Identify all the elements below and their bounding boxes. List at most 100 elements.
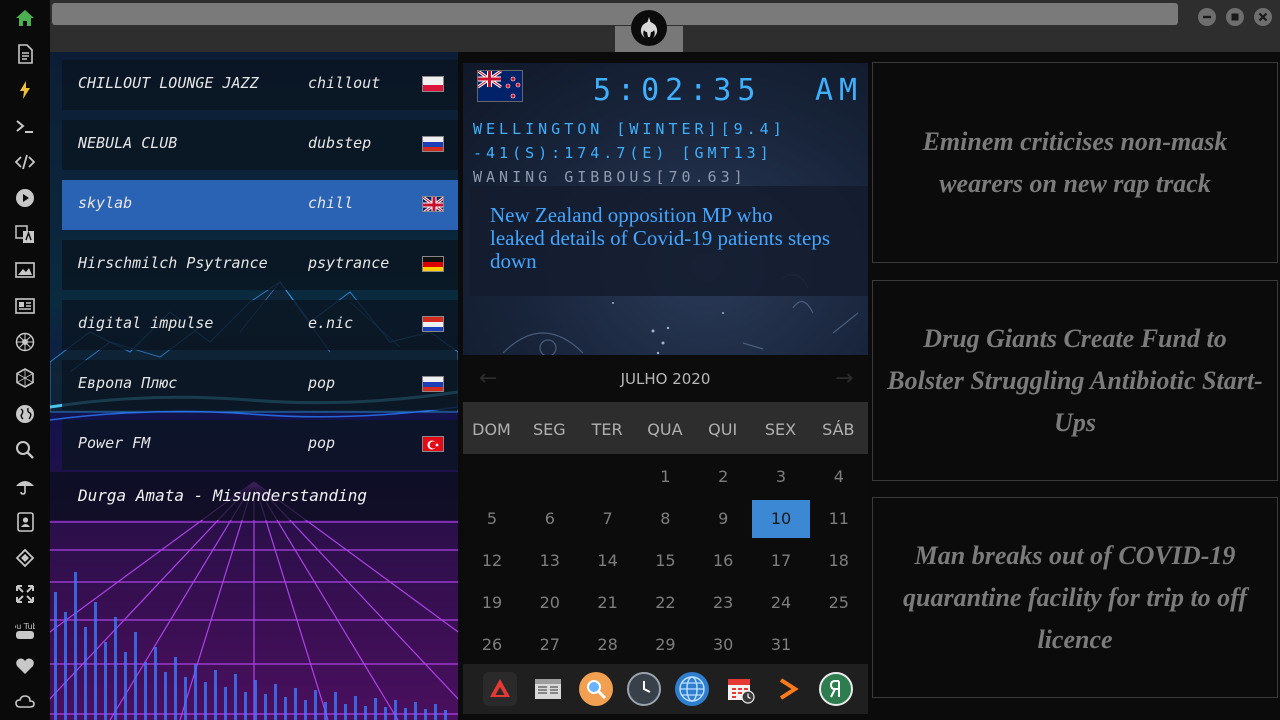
minimize-button[interactable]: [1198, 8, 1216, 26]
close-button[interactable]: [1254, 8, 1272, 26]
station-genre: dubstep: [308, 134, 372, 152]
browser-globe-icon[interactable]: [675, 672, 709, 706]
umbrella-icon[interactable]: [12, 473, 38, 499]
poland-flag-icon: [422, 76, 444, 92]
now-playing-bar: Durga Amata - Misunderstanding: [50, 472, 458, 520]
calendar-day[interactable]: 19: [463, 584, 521, 622]
calendar-day[interactable]: 26: [463, 626, 521, 664]
calendar-widget: ← JULHO 2020 → DOM SEG TER QUA QUI SEX SÁB 123…: [463, 356, 868, 664]
station-item[interactable]: NEBULA CLUB dubstep: [62, 120, 458, 170]
calendar-day[interactable]: 1: [636, 458, 694, 496]
calendar-day[interactable]: 3: [752, 458, 810, 496]
calendar-day[interactable]: 30: [694, 626, 752, 664]
calendar-day[interactable]: 25: [810, 584, 868, 622]
news-card[interactable]: Drug Giants Create Fund to Bolster Strug…: [872, 280, 1278, 481]
calendar-day[interactable]: 27: [521, 626, 579, 664]
weekday-label: SEG: [532, 420, 566, 439]
station-item[interactable]: Hirschmilch Psytrance psytrance: [62, 240, 458, 290]
station-item[interactable]: Европа Плюс pop: [62, 360, 458, 410]
next-month-button[interactable]: →: [835, 366, 853, 391]
calendar-day[interactable]: 28: [579, 626, 637, 664]
calendar-day[interactable]: 4: [810, 458, 868, 496]
calendar-day[interactable]: 31: [752, 626, 810, 664]
media-play-icon[interactable]: [771, 672, 805, 706]
weekday-label: QUA: [647, 420, 683, 439]
calendar-app-icon[interactable]: [723, 672, 757, 706]
globe-icon[interactable]: [12, 401, 38, 427]
home-icon[interactable]: [12, 5, 38, 31]
calendar-day-today[interactable]: 10: [752, 500, 810, 538]
calendar-day[interactable]: 15: [636, 542, 694, 580]
news-reader-icon[interactable]: [531, 672, 565, 706]
tags-icon[interactable]: [12, 545, 38, 571]
expand-icon[interactable]: [12, 581, 38, 607]
calendar-day[interactable]: 12: [463, 542, 521, 580]
news-headline: Man breaks out of COVID-19 quarantine fa…: [902, 540, 1248, 654]
calendar-day[interactable]: 22: [636, 584, 694, 622]
calendar-day[interactable]: 18: [810, 542, 868, 580]
weekday-label: SEX: [764, 420, 797, 439]
terminal-icon[interactable]: [12, 113, 38, 139]
yandex-icon[interactable]: [819, 672, 853, 706]
calendar-day[interactable]: 8: [636, 500, 694, 538]
calendar-day[interactable]: 5: [463, 500, 521, 538]
calendar-day[interactable]: 13: [521, 542, 579, 580]
headline-text: New Zealand opposition MP who leaked det…: [490, 203, 831, 273]
calendar-month-title: JULHO 2020: [620, 370, 711, 388]
search-app-icon[interactable]: [579, 672, 613, 706]
translate-icon[interactable]: [12, 221, 38, 247]
new-zealand-flag-icon: [477, 70, 523, 102]
news-card[interactable]: Man breaks out of COVID-19 quarantine fa…: [872, 497, 1278, 698]
play-icon[interactable]: [12, 185, 38, 211]
search-icon[interactable]: [12, 437, 38, 463]
clock-app-icon[interactable]: [627, 672, 661, 706]
station-genre: chillout: [308, 74, 381, 92]
anydesk-icon[interactable]: [483, 672, 517, 706]
youtube-icon[interactable]: You Tube: [12, 617, 38, 643]
calendar-day[interactable]: 16: [694, 542, 752, 580]
station-genre: chill: [308, 194, 354, 212]
rebel-alliance-icon[interactable]: [631, 10, 667, 46]
cloud-icon[interactable]: [12, 689, 38, 715]
calendar-day[interactable]: 6: [521, 500, 579, 538]
calendar-day[interactable]: 17: [752, 542, 810, 580]
calendar-day[interactable]: 14: [579, 542, 637, 580]
heart-icon[interactable]: [12, 653, 38, 679]
contacts-icon[interactable]: [12, 509, 38, 535]
calendar-day[interactable]: 9: [694, 500, 752, 538]
station-genre: pop: [308, 374, 336, 392]
document-icon[interactable]: [12, 41, 38, 67]
station-genre: pop: [308, 434, 336, 452]
calendar-day[interactable]: 2: [694, 458, 752, 496]
station-item[interactable]: CHILLOUT LOUNGE JAZZ chillout: [62, 60, 458, 110]
calendar-day[interactable]: 29: [636, 626, 694, 664]
lightning-icon[interactable]: [12, 77, 38, 103]
calendar-day[interactable]: 7: [579, 500, 637, 538]
news-icon[interactable]: [12, 293, 38, 319]
station-item-selected[interactable]: skylab chill: [62, 180, 458, 230]
app-dock: [463, 664, 868, 714]
now-playing-title: Durga Amata - Misunderstanding: [78, 486, 367, 505]
uk-flag-icon: [422, 196, 444, 212]
rebel-icon[interactable]: [12, 329, 38, 355]
calendar-day[interactable]: 20: [521, 584, 579, 622]
calendar-day[interactable]: 23: [694, 584, 752, 622]
news-card[interactable]: Eminem criticises non-mask wearers on ne…: [872, 62, 1278, 263]
headline-card[interactable]: New Zealand opposition MP who leaked det…: [470, 186, 868, 296]
germany-flag-icon: [422, 256, 444, 272]
moon-phase-line: WANING GIBBOUS[70.63]: [473, 168, 747, 186]
maximize-button[interactable]: [1226, 8, 1244, 26]
weekday-label: SÁB: [822, 420, 855, 439]
calendar-day[interactable]: 21: [579, 584, 637, 622]
image-icon[interactable]: [12, 257, 38, 283]
hexagon-icon[interactable]: [12, 365, 38, 391]
news-headline: Drug Giants Create Fund to Bolster Strug…: [887, 323, 1263, 437]
address-bar[interactable]: [52, 3, 1178, 25]
calendar-day[interactable]: 11: [810, 500, 868, 538]
news-headline: Eminem criticises non-mask wearers on ne…: [922, 126, 1228, 198]
weekday-label: QUI: [708, 420, 738, 439]
station-item[interactable]: Power FM pop: [62, 420, 458, 470]
code-icon[interactable]: [12, 149, 38, 175]
calendar-day[interactable]: 24: [752, 584, 810, 622]
station-item[interactable]: digital impulse e.nic: [62, 300, 458, 350]
